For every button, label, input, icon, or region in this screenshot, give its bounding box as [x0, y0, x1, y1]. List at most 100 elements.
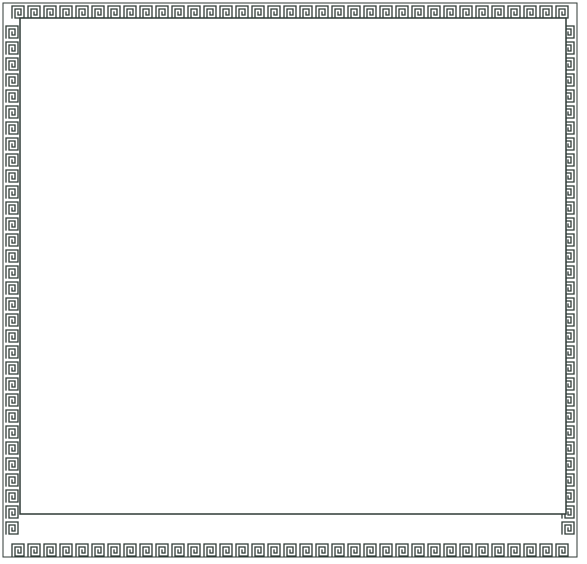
meander-tile — [523, 5, 537, 19]
meander-tile — [475, 5, 489, 19]
meander-tile — [331, 5, 345, 19]
meander-tile — [5, 409, 19, 423]
greek-key-frame — [0, 0, 587, 564]
meander-tile — [5, 185, 19, 199]
meander-tile — [5, 137, 19, 151]
meander-tile — [561, 521, 575, 535]
meander-tile — [5, 505, 19, 519]
meander-tile — [347, 543, 361, 557]
meander-tile — [427, 5, 441, 19]
meander-tile — [443, 5, 457, 19]
meander-tile — [491, 5, 505, 19]
meander-tile — [171, 5, 185, 19]
meander-tile — [43, 5, 57, 19]
meander-tile — [171, 543, 185, 557]
meander-tile — [5, 457, 19, 471]
meander-tile — [283, 5, 297, 19]
meander-tile — [251, 543, 265, 557]
meander-tile — [5, 153, 19, 167]
meander-tile — [283, 543, 297, 557]
meander-tile — [443, 543, 457, 557]
meander-tile — [5, 521, 19, 535]
meander-tile — [5, 121, 19, 135]
meander-tile — [5, 217, 19, 231]
meander-tile — [5, 89, 19, 103]
meander-tile — [43, 543, 57, 557]
greek-key-border-graphic — [2, 2, 578, 558]
meander-tile — [267, 543, 281, 557]
meander-tile — [5, 329, 19, 343]
meander-tile — [123, 5, 137, 19]
meander-tile — [507, 543, 521, 557]
meander-tile — [5, 345, 19, 359]
meander-tile — [155, 5, 169, 19]
meander-tile — [5, 425, 19, 439]
meander-tile — [219, 543, 233, 557]
meander-tile — [459, 543, 473, 557]
meander-tile — [155, 543, 169, 557]
meander-tile — [315, 543, 329, 557]
meander-tile — [235, 5, 249, 19]
meander-tile — [203, 5, 217, 19]
meander-tile — [395, 543, 409, 557]
meander-tile — [411, 543, 425, 557]
meander-tile — [27, 543, 41, 557]
meander-tile — [5, 297, 19, 311]
meander-tile — [11, 5, 25, 19]
meander-tile — [11, 543, 25, 557]
meander-tile — [59, 543, 73, 557]
meander-tile — [5, 473, 19, 487]
inner-blank-panel — [19, 17, 567, 515]
meander-tile — [5, 249, 19, 263]
meander-tile — [27, 5, 41, 19]
meander-tile — [203, 543, 217, 557]
meander-tile — [5, 489, 19, 503]
meander-tile — [555, 543, 569, 557]
meander-tile — [363, 543, 377, 557]
meander-tile — [235, 543, 249, 557]
meander-tile — [523, 543, 537, 557]
meander-tile — [107, 5, 121, 19]
meander-tile — [5, 313, 19, 327]
meander-tile — [139, 5, 153, 19]
meander-tile — [475, 543, 489, 557]
meander-tile — [75, 5, 89, 19]
meander-tile — [427, 543, 441, 557]
meander-tile — [411, 5, 425, 19]
meander-tile — [331, 543, 345, 557]
meander-tile — [59, 5, 73, 19]
meander-tile — [539, 5, 553, 19]
meander-tile — [363, 5, 377, 19]
meander-tile — [139, 543, 153, 557]
meander-tile — [107, 543, 121, 557]
meander-tile — [555, 5, 569, 19]
meander-tile — [299, 5, 313, 19]
meander-tile — [347, 5, 361, 19]
meander-tile — [91, 5, 105, 19]
meander-tile — [5, 441, 19, 455]
meander-tile — [507, 5, 521, 19]
meander-tile — [5, 73, 19, 87]
meander-tile — [123, 543, 137, 557]
meander-tile — [315, 5, 329, 19]
meander-tile — [251, 5, 265, 19]
meander-tile — [5, 281, 19, 295]
meander-tile — [267, 5, 281, 19]
meander-tile — [5, 393, 19, 407]
meander-tile — [491, 543, 505, 557]
meander-tile — [5, 57, 19, 71]
meander-tile — [299, 543, 313, 557]
meander-tile — [75, 543, 89, 557]
meander-tile — [219, 5, 233, 19]
meander-tile — [5, 233, 19, 247]
meander-tile — [5, 361, 19, 375]
meander-tile — [5, 169, 19, 183]
meander-tile — [5, 41, 19, 55]
meander-tile — [459, 5, 473, 19]
meander-tile — [5, 377, 19, 391]
meander-tile — [5, 105, 19, 119]
meander-tile — [5, 265, 19, 279]
meander-tile — [187, 543, 201, 557]
meander-tile — [539, 543, 553, 557]
meander-tile — [187, 5, 201, 19]
